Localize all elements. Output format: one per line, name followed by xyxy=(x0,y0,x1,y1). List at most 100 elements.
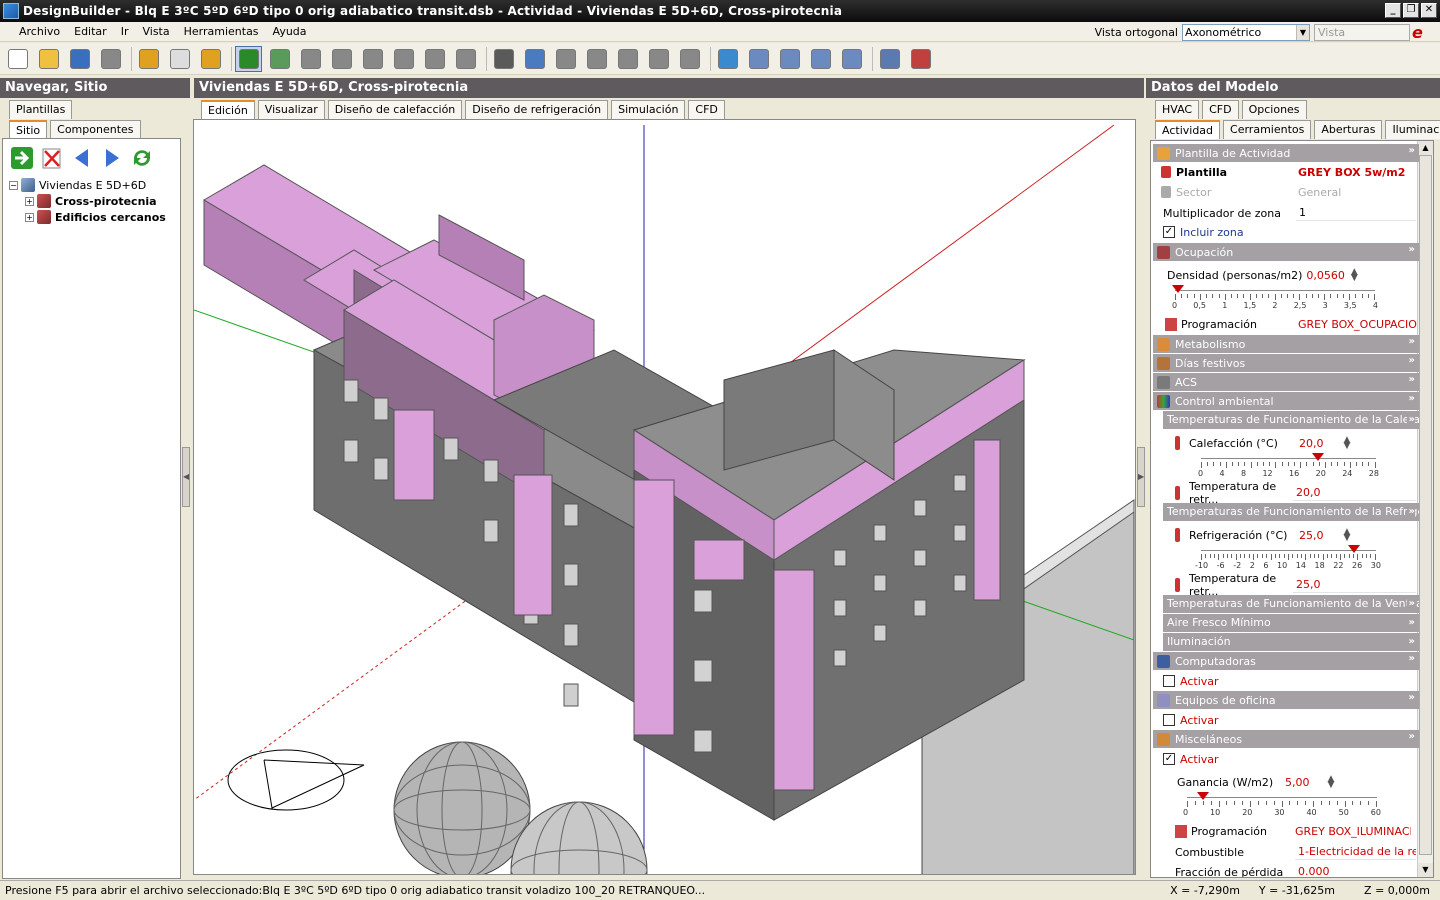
section-ocupacion[interactable]: Ocupación » xyxy=(1153,243,1419,261)
collapse-chevron-icon[interactable]: » xyxy=(1406,503,1415,521)
combustible-select[interactable]: 1-Electricidad de la re xyxy=(1295,843,1416,860)
close-button[interactable]: ✕ xyxy=(1421,3,1437,18)
tab-visualizar[interactable]: Visualizar xyxy=(257,100,325,119)
zoom-in-icon[interactable] xyxy=(745,46,772,72)
spinner-icon[interactable]: ▲ ▼ xyxy=(1351,268,1358,283)
spinner-icon[interactable]: ▲ ▼ xyxy=(1328,775,1335,790)
pan-icon[interactable] xyxy=(807,46,834,72)
tab-hvac[interactable]: HVAC xyxy=(1155,100,1200,119)
refrigeracion-value[interactable]: 25,0 xyxy=(1299,529,1324,542)
expand-icon[interactable]: + xyxy=(25,212,34,222)
menu-ir[interactable]: Ir xyxy=(114,25,136,38)
fix-icon[interactable] xyxy=(907,46,934,72)
multiplicador-input[interactable]: 1 xyxy=(1296,204,1416,221)
section-computadoras[interactable]: Computadoras » xyxy=(1153,652,1419,670)
copy-icon[interactable] xyxy=(583,46,610,72)
cut-icon[interactable] xyxy=(452,46,479,72)
section-temp-calefaccion[interactable]: Temperaturas de Funcionamiento de la Cal… xyxy=(1163,411,1419,429)
collapse-chevron-icon[interactable]: » xyxy=(1409,653,1415,664)
measure-icon[interactable] xyxy=(490,46,517,72)
section-temp-refrigeracion[interactable]: Temperaturas de Funcionamiento de la Ref… xyxy=(1163,503,1419,521)
tab-diseno-calefaccion[interactable]: Diseño de calefacción xyxy=(327,100,463,119)
open-folder-icon[interactable] xyxy=(35,46,62,72)
zoom-window-icon[interactable] xyxy=(776,46,803,72)
calefaccion-value[interactable]: 20,0 xyxy=(1299,437,1324,450)
refresh-icon[interactable] xyxy=(130,146,154,170)
programacion-value[interactable]: GREY BOX_OCUPACIO xyxy=(1298,318,1417,331)
ground-block-icon[interactable] xyxy=(390,46,417,72)
densidad-value[interactable]: 0,0560 xyxy=(1306,269,1345,282)
tree-node-root[interactable]: − Viviendas E 5D+6D xyxy=(9,177,180,193)
tab-sitio[interactable]: Sitio xyxy=(9,120,48,139)
go-arrow-icon[interactable] xyxy=(10,146,34,170)
mirror-icon[interactable] xyxy=(676,46,703,72)
tab-opciones[interactable]: Opciones xyxy=(1241,100,1307,119)
rotate-icon[interactable] xyxy=(614,46,641,72)
tree-node-nearby[interactable]: + Edificios cercanos xyxy=(9,209,180,225)
3d-model-viewport[interactable] xyxy=(193,119,1136,875)
eraser-icon[interactable] xyxy=(166,46,193,72)
expand-chevron-icon[interactable]: » xyxy=(1406,595,1415,613)
back-arrow-icon[interactable] xyxy=(70,146,94,170)
section-miscelaneos[interactable]: Misceláneos » xyxy=(1153,730,1419,748)
perpendicular-view-button[interactable]: Vista perpendicular xyxy=(1314,23,1410,54)
slider-thumb-icon[interactable] xyxy=(1196,792,1209,800)
activar-equipos-checkbox[interactable] xyxy=(1163,714,1175,726)
slider-thumb-icon[interactable] xyxy=(1311,453,1324,461)
collapse-chevron-icon[interactable]: » xyxy=(1409,244,1415,255)
forward-arrow-icon[interactable] xyxy=(100,146,124,170)
delete-icon[interactable] xyxy=(40,146,64,170)
check-icon[interactable] xyxy=(876,46,903,72)
collapse-icon[interactable]: − xyxy=(9,180,18,190)
plantilla-value[interactable]: GREY BOX 5w/m2 xyxy=(1298,166,1405,179)
tab-componentes[interactable]: Componentes xyxy=(50,120,141,139)
left-splitter-handle[interactable]: ◀ xyxy=(182,447,190,507)
tree-node-building[interactable]: + Cross-pirotecnia xyxy=(9,193,180,209)
partition-icon[interactable] xyxy=(328,46,355,72)
retroceso-ref-input[interactable]: 25,0 xyxy=(1293,576,1416,593)
expand-chevron-icon[interactable]: » xyxy=(1409,374,1415,385)
template-icon[interactable] xyxy=(197,46,224,72)
chevron-down-icon[interactable]: ▼ xyxy=(1296,24,1309,40)
add-block-icon[interactable] xyxy=(266,46,293,72)
print-icon[interactable] xyxy=(97,46,124,72)
section-acs[interactable]: ACS » xyxy=(1153,373,1419,391)
menu-herramientas[interactable]: Herramientas xyxy=(177,25,266,38)
save-icon[interactable] xyxy=(66,46,93,72)
tab-edicion[interactable]: Edición xyxy=(201,100,255,119)
wrench-icon[interactable] xyxy=(135,46,162,72)
spinner-icon[interactable]: ▲ ▼ xyxy=(1344,528,1351,543)
tab-actividad[interactable]: Actividad xyxy=(1155,120,1221,139)
section-plantilla-actividad[interactable]: Plantilla de Actividad » xyxy=(1153,144,1419,162)
section-aire-fresco[interactable]: Aire Fresco Mínimo » xyxy=(1163,614,1419,632)
incluir-zona-checkbox[interactable]: ✓ xyxy=(1163,226,1175,238)
collapse-chevron-icon[interactable]: » xyxy=(1409,145,1415,156)
tab-iluminacion[interactable]: Iluminación xyxy=(1385,120,1440,139)
section-temp-ventilacion[interactable]: Temperaturas de Funcionamiento de la Ven… xyxy=(1163,595,1419,613)
slider-thumb-icon[interactable] xyxy=(1171,285,1184,293)
scroll-up-icon[interactable]: ▲ xyxy=(1418,141,1433,155)
component-block-icon[interactable] xyxy=(359,46,386,72)
activar-misc-checkbox[interactable]: ✓ xyxy=(1163,753,1175,765)
slider-thumb-icon[interactable] xyxy=(1348,545,1361,553)
menu-vista[interactable]: Vista xyxy=(135,25,176,38)
spinner-icon[interactable]: ▲ ▼ xyxy=(1344,436,1351,451)
panel-scrollbar[interactable]: ▲ ▼ xyxy=(1417,141,1433,877)
expand-chevron-icon[interactable]: » xyxy=(1409,336,1415,347)
new-file-icon[interactable] xyxy=(4,46,31,72)
view-mode-select[interactable]: Axonométrico ▼ xyxy=(1182,23,1310,41)
expand-chevron-icon[interactable]: » xyxy=(1406,614,1415,632)
move-item-icon[interactable] xyxy=(552,46,579,72)
programacion-misc-value[interactable]: GREY BOX_ILUMINACI xyxy=(1295,825,1411,838)
menu-editar[interactable]: Editar xyxy=(67,25,114,38)
expand-chevron-icon[interactable]: » xyxy=(1406,633,1415,651)
move-icon[interactable] xyxy=(421,46,448,72)
section-equipos-oficina[interactable]: Equipos de oficina » xyxy=(1153,691,1419,709)
tab-cfd[interactable]: CFD xyxy=(688,100,725,119)
tab-aberturas[interactable]: Aberturas xyxy=(1314,120,1383,139)
draw-block-icon[interactable] xyxy=(297,46,324,72)
activar-computadoras-checkbox[interactable] xyxy=(1163,675,1175,687)
menu-ayuda[interactable]: Ayuda xyxy=(266,25,314,38)
ganancia-value[interactable]: 5,00 xyxy=(1285,776,1310,789)
restore-button[interactable]: ❐ xyxy=(1403,3,1419,18)
